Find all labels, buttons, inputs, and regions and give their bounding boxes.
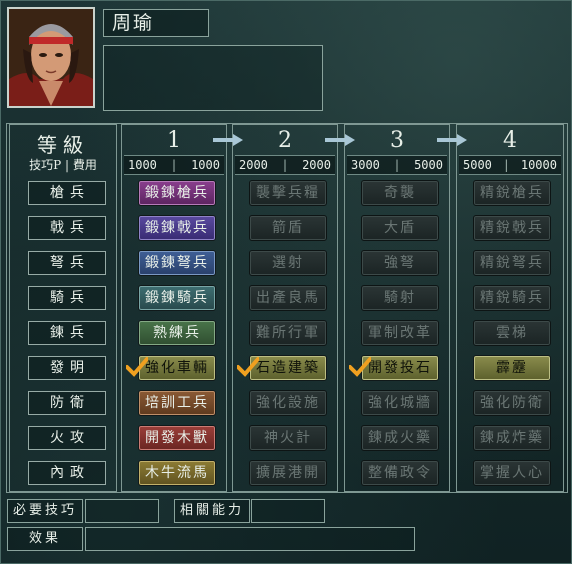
- tech-grid: 等級 技巧P | 費用 1 1000 | 1000 2 2000 | 2000 …: [6, 123, 568, 493]
- tech-points: 2000: [239, 158, 268, 172]
- tech-button[interactable]: 襲擊兵糧: [249, 180, 327, 206]
- tech-button[interactable]: 鍊成炸藥: [473, 425, 551, 451]
- level-number: 4: [503, 128, 517, 153]
- related-ability-field: [251, 499, 325, 523]
- tech-points: 5000: [463, 158, 492, 172]
- tech-button[interactable]: 熟練兵: [138, 320, 216, 346]
- row-label: 內政: [28, 461, 106, 485]
- cost-separator: |: [170, 158, 178, 172]
- row-label: 鍊兵: [28, 321, 106, 345]
- tech-button[interactable]: 神火計: [249, 425, 327, 451]
- tech-button[interactable]: 強弩: [361, 250, 439, 276]
- effect-label: 效果: [7, 527, 83, 551]
- arrow-right-icon: [325, 134, 355, 146]
- tech-button[interactable]: 擴展港開: [249, 460, 327, 486]
- tech-button[interactable]: 強化防衛: [473, 390, 551, 416]
- level-cost: 1000 | 1000: [124, 155, 224, 175]
- tech-button[interactable]: 難所行軍: [249, 320, 327, 346]
- tech-button[interactable]: 木牛流馬: [138, 460, 216, 486]
- tech-button[interactable]: 鍛鍊戟兵: [138, 215, 216, 241]
- effect-field: [85, 527, 415, 551]
- gold-cost: 1000: [191, 158, 220, 172]
- cost-separator: |: [393, 158, 401, 172]
- tech-button[interactable]: 箭盾: [249, 215, 327, 241]
- tech-button[interactable]: 鍊成火藥: [361, 425, 439, 451]
- row-label: 槍兵: [28, 181, 106, 205]
- tech-button[interactable]: 鍛鍊騎兵: [138, 285, 216, 311]
- required-skill-field: [85, 499, 159, 523]
- tech-upgrade-panel: { "officer": { "name": "周瑜" }, "header":…: [0, 0, 572, 564]
- level-number: 2: [278, 128, 292, 153]
- tech-button[interactable]: 強化設施: [249, 390, 327, 416]
- row-label: 發明: [28, 356, 106, 380]
- required-skill-label: 必要技巧: [7, 499, 83, 523]
- row-label: 火攻: [28, 426, 106, 450]
- tech-button[interactable]: 精銳槍兵: [473, 180, 551, 206]
- tech-button[interactable]: 精銳騎兵: [473, 285, 551, 311]
- cost-header: 技巧P | 費用: [29, 158, 97, 172]
- officer-portrait: [7, 7, 95, 108]
- arrow-right-icon: [437, 134, 467, 146]
- cost-separator: |: [502, 158, 510, 172]
- tech-button[interactable]: 鍛鍊槍兵: [138, 180, 216, 206]
- gold-cost: 2000: [302, 158, 331, 172]
- tech-button[interactable]: 出產良馬: [249, 285, 327, 311]
- row-label: 騎兵: [28, 286, 106, 310]
- tech-button[interactable]: 開發投石: [361, 355, 439, 381]
- tech-button[interactable]: 雲梯: [473, 320, 551, 346]
- tech-button[interactable]: 掌握人心: [473, 460, 551, 486]
- arrow-right-icon: [213, 134, 243, 146]
- tech-button[interactable]: 精銳戟兵: [473, 215, 551, 241]
- tech-button[interactable]: 奇襲: [361, 180, 439, 206]
- tech-button[interactable]: 強化車輛: [138, 355, 216, 381]
- tech-button[interactable]: 騎射: [361, 285, 439, 311]
- description-box: [103, 45, 323, 111]
- level-header: 等級: [37, 133, 89, 157]
- tech-points: 1000: [128, 158, 157, 172]
- level-number: 3: [390, 128, 404, 153]
- tech-button[interactable]: 大盾: [361, 215, 439, 241]
- tech-button[interactable]: 軍制改革: [361, 320, 439, 346]
- tech-button[interactable]: 精銳弩兵: [473, 250, 551, 276]
- tech-button[interactable]: 強化城牆: [361, 390, 439, 416]
- row-label: 弩兵: [28, 251, 106, 275]
- level-cost: 2000 | 2000: [235, 155, 335, 175]
- tech-button[interactable]: 選射: [249, 250, 327, 276]
- gold-cost: 5000: [414, 158, 443, 172]
- related-ability-label: 相關能力: [174, 499, 250, 523]
- row-label: 防衛: [28, 391, 106, 415]
- tech-button[interactable]: 開發木獸: [138, 425, 216, 451]
- level-cost: 3000 | 5000: [347, 155, 447, 175]
- tech-button[interactable]: 培訓工兵: [138, 390, 216, 416]
- level-number: 1: [167, 128, 181, 153]
- tech-points: 3000: [351, 158, 380, 172]
- officer-name: 周瑜: [103, 9, 209, 37]
- level-cost: 5000 | 10000: [459, 155, 561, 175]
- tech-button[interactable]: 鍛鍊弩兵: [138, 250, 216, 276]
- tech-button[interactable]: 整備政令: [361, 460, 439, 486]
- cost-separator: |: [281, 158, 289, 172]
- gold-cost: 10000: [520, 158, 557, 172]
- row-label: 戟兵: [28, 216, 106, 240]
- tech-button[interactable]: 石造建築: [249, 355, 327, 381]
- tech-button[interactable]: 霹靂: [473, 355, 551, 381]
